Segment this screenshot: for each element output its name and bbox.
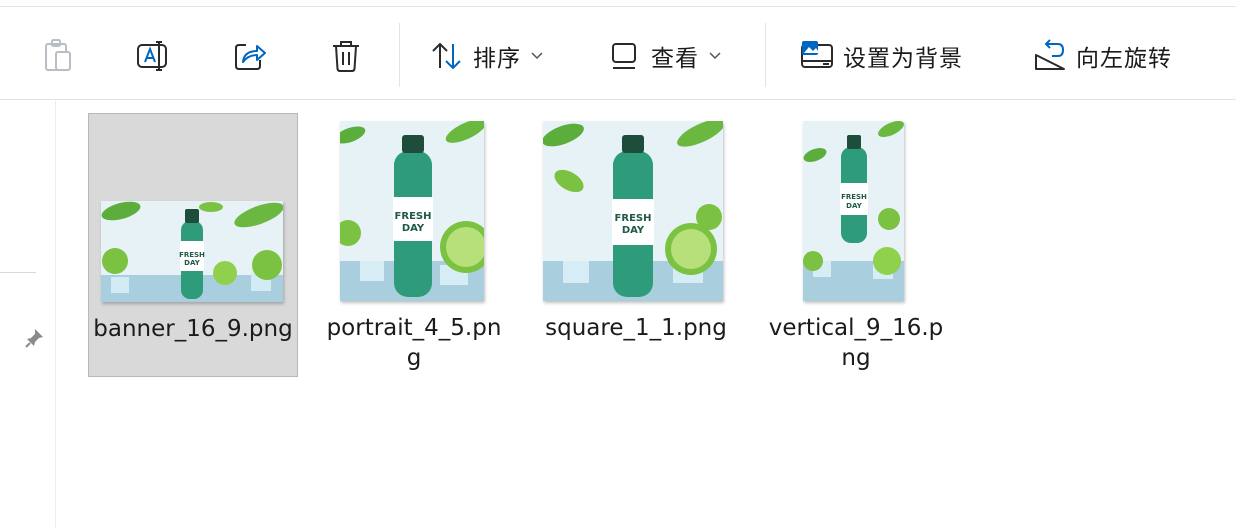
view-icon: [607, 38, 643, 74]
file-tile-banner[interactable]: FRESH DAY banner_16_9.png: [88, 113, 298, 377]
share-button[interactable]: [232, 35, 268, 77]
desktop-background-icon: [799, 38, 835, 74]
rename-icon: [135, 38, 171, 74]
trash-icon: [328, 38, 364, 74]
sort-label: 排序: [473, 46, 521, 72]
view-label: 查看: [651, 46, 699, 72]
brand-text: DAY: [846, 202, 863, 210]
command-bar: 排序 查看 设置为背景 向左旋转: [0, 7, 1236, 100]
file-tile-square[interactable]: FRESH DAY square_1_1.png: [532, 113, 740, 377]
rotate-left-icon: [1032, 38, 1068, 74]
share-icon: [232, 38, 268, 74]
brand-text: DAY: [622, 225, 645, 236]
file-tile-portrait[interactable]: FRESH DAY portrait_4_5.png: [318, 113, 510, 377]
sort-icon: [429, 38, 465, 74]
delete-button[interactable]: [328, 35, 364, 77]
file-name: portrait_4_5.png: [326, 315, 502, 371]
paste-button[interactable]: [40, 35, 76, 77]
view-button[interactable]: 查看: [607, 35, 721, 77]
thumbnail-vertical: FRESH DAY: [803, 121, 904, 301]
thumbnail-portrait: FRESH DAY: [340, 121, 484, 301]
toolbar-separator: [399, 23, 400, 87]
brand-text: FRESH: [395, 211, 432, 222]
brand-text: DAY: [184, 259, 201, 267]
thumbnail-banner: FRESH DAY: [101, 201, 283, 302]
brand-text: FRESH: [179, 251, 205, 259]
toolbar-separator: [765, 23, 766, 87]
nav-divider: [0, 272, 36, 273]
set-background-label: 设置为背景: [843, 46, 963, 72]
brand-text: FRESH: [841, 193, 867, 201]
brand-text: DAY: [402, 223, 425, 234]
set-background-button[interactable]: 设置为背景: [799, 35, 963, 77]
rotate-left-label: 向左旋转: [1076, 46, 1172, 72]
file-name: square_1_1.png: [545, 315, 727, 341]
clipboard-icon: [40, 38, 76, 74]
file-name: banner_16_9.png: [93, 316, 293, 342]
rotate-left-button[interactable]: 向左旋转: [1032, 35, 1172, 77]
chevron-down-icon: [709, 52, 721, 60]
chevron-down-icon: [531, 52, 543, 60]
pin-icon[interactable]: [24, 327, 46, 353]
sort-button[interactable]: 排序: [429, 35, 543, 77]
rename-button[interactable]: [135, 35, 171, 77]
navigation-pane: [0, 101, 56, 528]
thumbnail-square: FRESH DAY: [543, 121, 723, 301]
file-tile-vertical[interactable]: FRESH DAY vertical_9_16.png: [758, 113, 954, 377]
file-name: vertical_9_16.png: [768, 315, 944, 371]
brand-text: FRESH: [615, 213, 652, 224]
